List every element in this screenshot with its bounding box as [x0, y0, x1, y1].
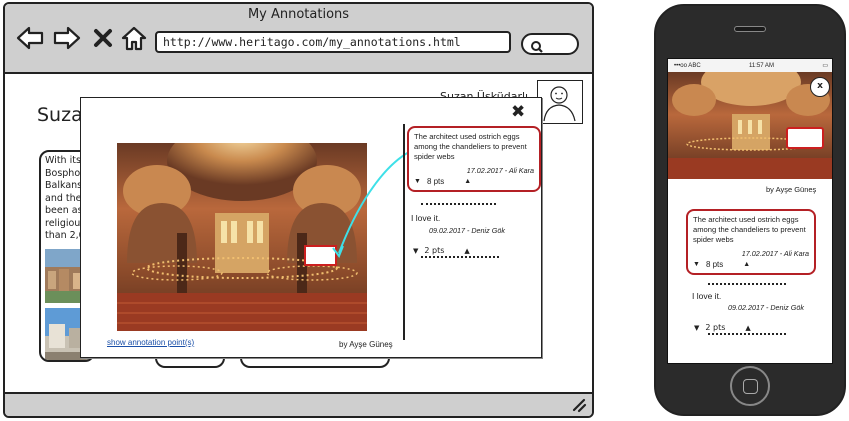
- annotation-text: The architect used ostrich eggs among th…: [693, 215, 806, 244]
- user-avatar-icon[interactable]: [537, 80, 583, 124]
- photo-credit: by Ayşe Güneş: [766, 185, 817, 194]
- vote-down-icon[interactable]: ▼: [694, 324, 699, 332]
- mosque-interior-photo[interactable]: [668, 72, 832, 179]
- annotation-meta: 09.02.2017 - Deniz Gök: [429, 226, 505, 235]
- vote-row: ▼ 8 pts ▲: [693, 260, 809, 269]
- home-button[interactable]: [730, 366, 770, 406]
- vote-up-icon[interactable]: ▲: [464, 178, 471, 185]
- vote-down-icon[interactable]: ▼: [414, 178, 421, 185]
- annotation-text: I love it.: [692, 291, 722, 301]
- annotation-item-highlighted[interactable]: The architect used ostrich eggs among th…: [686, 209, 816, 275]
- search-icon: [530, 38, 544, 57]
- vote-row: ▼ 2 pts ▲: [413, 246, 470, 255]
- annotation-points: 8 pts: [705, 260, 724, 269]
- vote-up-icon[interactable]: ▲: [464, 247, 469, 255]
- close-icon[interactable]: ✖: [511, 104, 525, 121]
- battery-icon: ▭: [822, 63, 828, 69]
- carrier-text: •••oo ABC: [674, 62, 701, 69]
- annotation-modal: ✖ show annotation point(s) by Ayşe Güneş…: [80, 97, 542, 358]
- annotation-item-highlighted[interactable]: The architect used ostrich eggs among th…: [407, 126, 541, 192]
- separator-dots: [708, 283, 786, 285]
- vote-up-icon[interactable]: ▲: [743, 261, 750, 268]
- window-title: My Annotations: [247, 7, 350, 22]
- annotation-meta: 09.02.2017 - Deniz Gök: [728, 303, 804, 312]
- phone-status-bar: •••oo ABC 11:57 AM ▭: [668, 59, 832, 72]
- phone-device: •••oo ABC 11:57 AM ▭ x by Ayşe Güneş The…: [654, 4, 846, 416]
- annotation-meta: 17.02.2017 - Ali Kara: [741, 249, 809, 258]
- annotation-hotspot[interactable]: [304, 245, 337, 266]
- annotation-text: The architect used ostrich eggs among th…: [414, 132, 527, 161]
- annotation-points: 2 pts: [424, 246, 445, 255]
- separator-dots: [421, 256, 499, 258]
- phone-speaker: [734, 26, 766, 32]
- vote-down-icon[interactable]: ▼: [413, 247, 418, 255]
- forward-arrow-icon[interactable]: [52, 24, 82, 52]
- home-button-square: [743, 379, 758, 394]
- search-box[interactable]: [521, 33, 579, 55]
- vote-row: ▼ 8 pts ▲: [414, 177, 534, 186]
- vote-up-icon[interactable]: ▲: [745, 324, 750, 332]
- photo-credit: by Ayşe Güneş: [339, 340, 393, 349]
- page-title: Suza: [37, 104, 83, 126]
- annotation-points: 2 pts: [705, 323, 726, 332]
- resize-grip-icon[interactable]: [571, 397, 587, 417]
- url-bar[interactable]: http://www.heritago.com/my_annotations.h…: [155, 31, 511, 53]
- panel-divider: [403, 124, 405, 340]
- separator-dots: [708, 333, 786, 335]
- phone-screen: •••oo ABC 11:57 AM ▭ x by Ayşe Güneş The…: [667, 58, 833, 364]
- annotation-points: 8 pts: [426, 177, 445, 186]
- home-icon[interactable]: [119, 24, 149, 52]
- back-arrow-icon[interactable]: [15, 24, 45, 52]
- annotation-text: I love it.: [411, 213, 441, 223]
- mosque-interior-photo[interactable]: [117, 143, 367, 331]
- close-icon[interactable]: x: [810, 77, 830, 97]
- separator-dots: [421, 203, 496, 205]
- vote-row: ▼ 2 pts ▲: [694, 323, 751, 332]
- annotation-hotspot[interactable]: [786, 127, 824, 149]
- show-annotation-points-link[interactable]: show annotation point(s): [107, 338, 194, 347]
- browser-titlebar: My Annotations http://www.heritago.com/m…: [5, 4, 592, 74]
- browser-statusbar: [5, 392, 592, 416]
- stop-x-icon[interactable]: [91, 24, 121, 52]
- annotation-meta: 17.02.2017 - Ali Kara: [466, 166, 534, 175]
- clock-text: 11:57 AM: [749, 62, 774, 69]
- vote-down-icon[interactable]: ▼: [693, 261, 700, 268]
